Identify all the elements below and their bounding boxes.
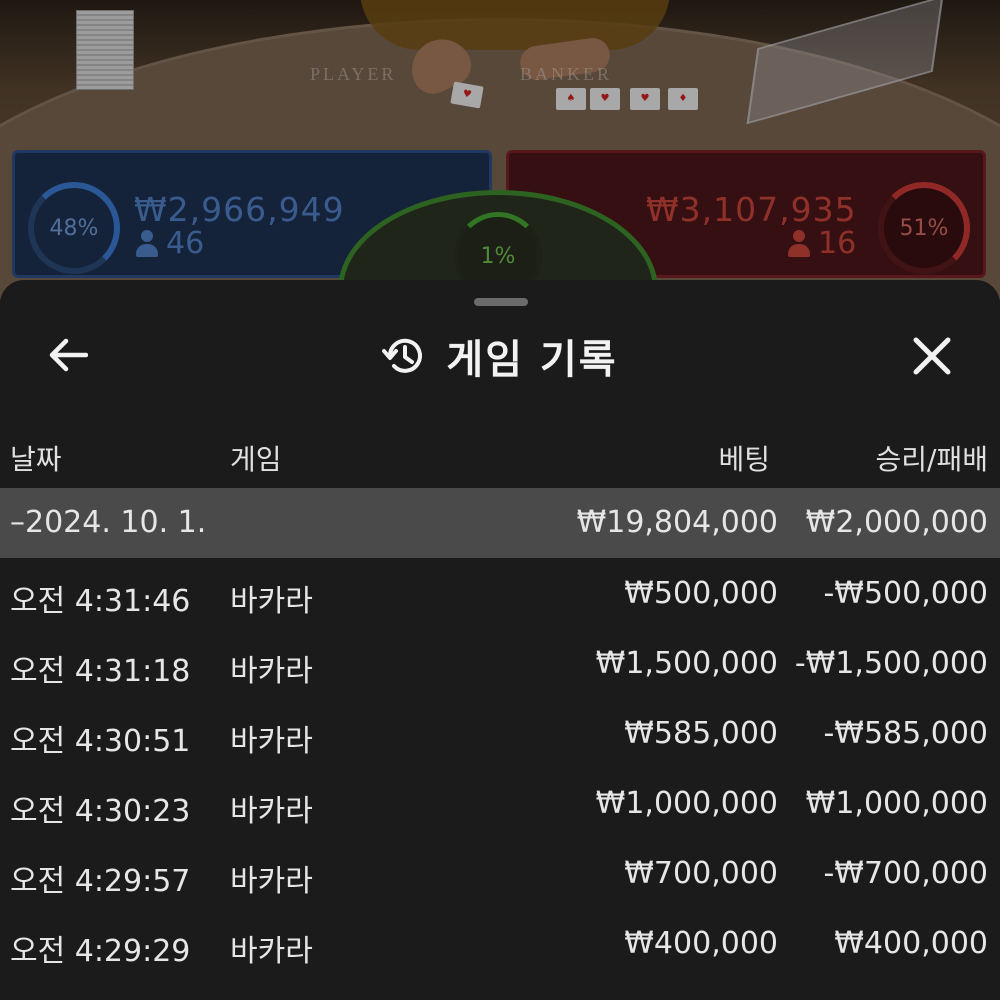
column-header-result: 승리/패배 (875, 443, 988, 476)
sheet-header: 게임 기록 (0, 326, 1000, 386)
table-row[interactable]: 오전 4:29:57 바카라 ₩700,000 -₩700,000 (0, 838, 1000, 908)
history-list: 오전 4:31:46 바카라 ₩500,000 -₩500,000 오전 4:3… (0, 558, 1000, 978)
row-time: 오전 4:30:23 (10, 794, 191, 829)
row-result: -₩1,500,000 (794, 646, 988, 681)
row-result: ₩400,000 (834, 926, 988, 961)
row-game: 바카라 (230, 864, 313, 899)
table-row[interactable]: 오전 4:30:23 바카라 ₩1,000,000 ₩1,000,000 (0, 768, 1000, 838)
date-group-summary-row[interactable]: –2024. 10. 1. ₩19,804,000 ₩2,000,000 (0, 488, 1000, 558)
row-bet: ₩400,000 (624, 926, 778, 961)
row-game: 바카라 (230, 654, 313, 689)
sheet-drag-handle[interactable] (474, 298, 528, 306)
table-row[interactable]: 오전 4:31:46 바카라 ₩500,000 -₩500,000 (0, 558, 1000, 628)
row-bet: ₩1,500,000 (595, 646, 778, 681)
row-result: -₩500,000 (823, 576, 988, 611)
table-row[interactable]: 오전 4:31:18 바카라 ₩1,500,000 -₩1,500,000 (0, 628, 1000, 698)
column-header-bet: 베팅 (718, 443, 770, 476)
close-button[interactable] (906, 330, 958, 382)
row-result: -₩585,000 (823, 716, 988, 751)
row-bet: ₩500,000 (624, 576, 778, 611)
row-game: 바카라 (230, 724, 313, 759)
row-time: 오전 4:29:57 (10, 864, 191, 899)
row-bet: ₩585,000 (624, 716, 778, 751)
row-result: ₩1,000,000 (805, 786, 988, 821)
page-title: 게임 기록 (446, 337, 618, 383)
row-time: 오전 4:31:46 (10, 584, 191, 619)
game-table-background: PLAYER BANKER ♥ ♠ ♥ ♥ ♦ 48% 51% 1% ₩2,96… (0, 0, 1000, 300)
background-dim-overlay (0, 0, 1000, 300)
summary-bet-total: ₩19,804,000 (576, 505, 778, 540)
row-game: 바카라 (230, 584, 313, 619)
row-game: 바카라 (230, 934, 313, 969)
row-time: 오전 4:29:29 (10, 934, 191, 969)
game-history-sheet: 게임 기록 날짜 게임 베팅 승리/패배 –2024. 10. 1. ₩19,8… (0, 280, 1000, 1000)
row-bet: ₩1,000,000 (595, 786, 778, 821)
column-header-game: 게임 (230, 443, 282, 476)
table-row[interactable]: 오전 4:30:51 바카라 ₩585,000 -₩585,000 (0, 698, 1000, 768)
row-time: 오전 4:30:51 (10, 724, 191, 759)
close-icon (913, 337, 951, 375)
row-game: 바카라 (230, 794, 313, 829)
history-icon (382, 338, 423, 373)
row-time: 오전 4:31:18 (10, 654, 191, 689)
column-header-date: 날짜 (10, 443, 62, 476)
summary-result-total: ₩2,000,000 (805, 505, 988, 540)
row-result: -₩700,000 (823, 856, 988, 891)
summary-date: –2024. 10. 1. (10, 505, 207, 540)
table-row[interactable]: 오전 4:29:29 바카라 ₩400,000 ₩400,000 (0, 908, 1000, 978)
row-bet: ₩700,000 (624, 856, 778, 891)
